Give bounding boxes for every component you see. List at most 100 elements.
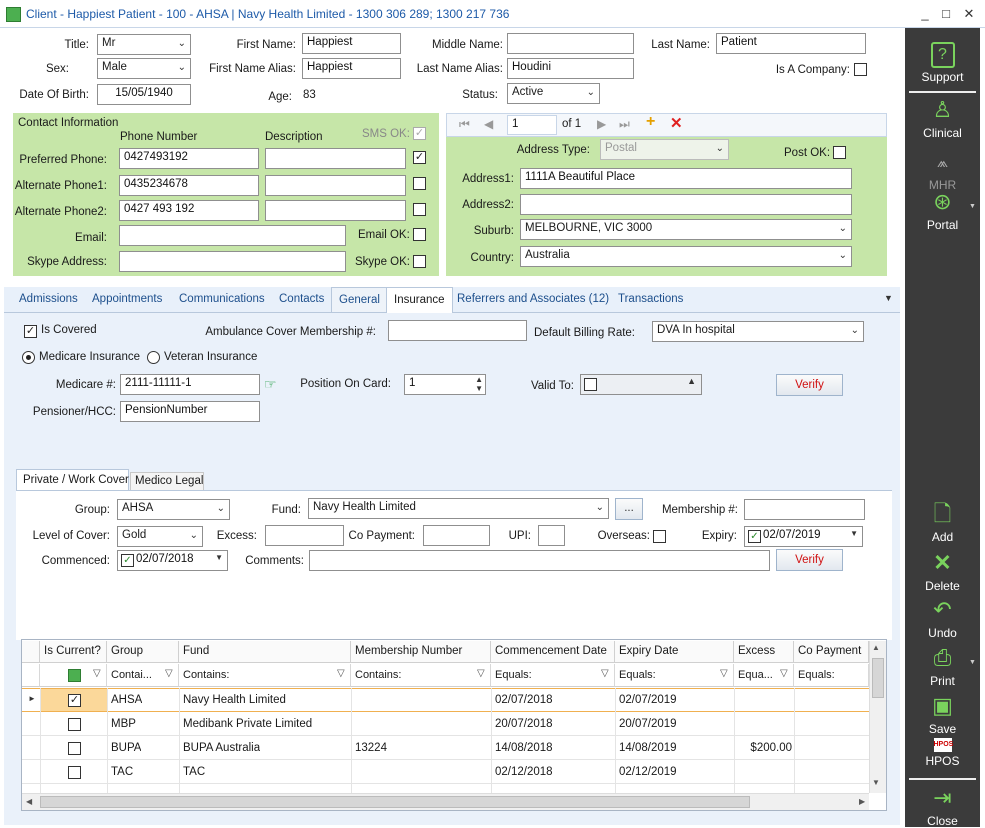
header-membership-number[interactable]: Membership Number [351, 641, 491, 663]
card-swipe-icon[interactable]: ☞ [264, 376, 277, 393]
tab-transactions[interactable]: Transactions [618, 293, 683, 305]
subtab-private[interactable]: Private / Work Cover [16, 469, 129, 490]
suburb-select[interactable]: MELBOURNE, VIC 3000 ⌄ [520, 219, 852, 240]
spinner-icon[interactable]: ▲ [687, 376, 696, 386]
billing-rate-select[interactable]: DVA In hospital ⌄ [652, 321, 864, 342]
add-button[interactable]: 🗋 Add [905, 500, 980, 544]
spinner-icon[interactable]: ▲ ▼ [475, 375, 483, 393]
maximize-button[interactable]: □ [937, 6, 955, 22]
tab-insurance[interactable]: Insurance [386, 287, 453, 314]
hpos-button[interactable]: HPOS HPOS [905, 738, 980, 768]
table-row[interactable] [22, 712, 869, 736]
country-select[interactable]: Australia ⌄ [520, 246, 852, 267]
table-row[interactable] [22, 688, 869, 712]
header-group[interactable]: Group [107, 641, 179, 663]
veteran-radio[interactable] [147, 351, 160, 364]
delete-address-icon[interactable]: ✕ [670, 114, 683, 132]
last-name-field[interactable]: Patient [716, 33, 866, 54]
membership-field[interactable] [744, 499, 865, 520]
table-row[interactable] [22, 760, 869, 784]
save-button[interactable]: ▣ Save [905, 692, 980, 736]
vertical-scrollbar[interactable]: ▲ ▼ [869, 641, 886, 793]
tab-referrers[interactable]: Referrers and Associates (12) [457, 293, 609, 305]
filter-funnel-icon[interactable]: ▽ [601, 668, 611, 680]
header-is-current[interactable]: Is Current? [40, 641, 107, 663]
skype-field[interactable] [119, 251, 346, 272]
filter-funnel-icon[interactable]: ▽ [337, 668, 347, 680]
tab-contacts[interactable]: Contacts [279, 293, 324, 305]
email-field[interactable] [119, 225, 346, 246]
medicare-number-field[interactable]: 2111-11111-1 [120, 374, 260, 395]
next-record-icon[interactable]: ▶ [597, 117, 606, 131]
first-record-icon[interactable]: ⏮ [459, 117, 470, 132]
email-ok-checkbox[interactable] [413, 228, 426, 241]
is-current-checkbox[interactable]: ✓ [68, 694, 81, 707]
filter-funnel-icon[interactable]: ▽ [165, 668, 175, 680]
filter-funnel-icon[interactable]: ▽ [780, 668, 790, 680]
fund-select[interactable]: Navy Health Limited ⌄ [308, 498, 609, 519]
address1-field[interactable]: 1111A Beautiful Place [520, 168, 852, 189]
verify-medicare-button[interactable]: Verify [776, 374, 843, 396]
alt2-sms-checkbox[interactable] [413, 203, 426, 216]
support-button[interactable]: ? Support [905, 42, 980, 84]
header-excess[interactable]: Excess [734, 641, 794, 663]
mhr-button[interactable]: ⩕ MHR [905, 148, 980, 192]
is-company-checkbox[interactable] [854, 63, 867, 76]
alternate-phone2-field[interactable]: 0427 493 192 [119, 200, 259, 221]
first-alias-field[interactable]: Happiest [302, 58, 401, 79]
close-window-button[interactable]: ✕ [960, 6, 978, 22]
undo-button[interactable]: ↶ Undo [905, 596, 980, 640]
verify-private-button[interactable]: Verify [776, 549, 843, 571]
tab-general[interactable]: General [331, 287, 388, 313]
preferred-phone-field[interactable]: 0427493192 [119, 148, 259, 169]
overseas-checkbox[interactable] [653, 530, 666, 543]
position-on-card-field[interactable]: 1 ▲ ▼ [404, 374, 486, 395]
upi-field[interactable] [538, 525, 565, 546]
print-dropdown-icon[interactable]: ▼ [969, 659, 976, 666]
excess-field[interactable] [265, 525, 344, 546]
tab-communications[interactable]: Communications [179, 293, 265, 305]
delete-button[interactable]: ✕ Delete [905, 549, 980, 593]
fund-lookup-button[interactable]: ... [615, 498, 643, 520]
add-address-icon[interactable]: + [646, 113, 655, 131]
clinical-button[interactable]: ♙ Clinical [905, 96, 980, 140]
expiry-date-field[interactable]: ✓ 02/07/2019 ▼ [744, 526, 863, 547]
status-select[interactable]: Active ⌄ [507, 83, 600, 104]
filter-is-current[interactable]: ▽ [40, 664, 107, 687]
filter-funnel-icon[interactable]: ▽ [720, 668, 730, 680]
record-number-field[interactable]: 1 [507, 115, 557, 135]
print-button[interactable]: ⎙ Print [905, 644, 980, 688]
middle-name-field[interactable] [507, 33, 634, 54]
tab-admissions[interactable]: Admissions [19, 293, 78, 305]
alternate-phone1-field[interactable]: 0435234678 [119, 175, 259, 196]
is-covered-checkbox[interactable]: ✓ [24, 325, 37, 338]
header-commencement-date[interactable]: Commencement Date [491, 641, 615, 663]
address2-field[interactable] [520, 194, 852, 215]
first-name-field[interactable]: Happiest [302, 33, 401, 54]
commenced-date-field[interactable]: ✓ 02/07/2018 ▼ [117, 550, 228, 571]
filter-funnel-icon[interactable]: ▽ [93, 668, 103, 680]
portal-dropdown-icon[interactable]: ▼ [969, 203, 976, 210]
filter-funnel-icon[interactable]: ▽ [477, 668, 487, 680]
sex-select[interactable]: Male ⌄ [97, 58, 191, 79]
commenced-checkbox[interactable]: ✓ [121, 554, 134, 567]
valid-to-checkbox[interactable] [584, 378, 597, 391]
preferred-phone-description[interactable] [265, 148, 406, 169]
filter-fund[interactable]: Contains: ▽ [179, 664, 351, 687]
previous-record-icon[interactable]: ◀ [484, 117, 493, 131]
filter-commencement[interactable]: Equals: ▽ [491, 664, 615, 687]
minimize-button[interactable]: _ [916, 6, 934, 22]
comments-field[interactable] [309, 550, 770, 571]
filter-co-payment[interactable]: Equals: [794, 664, 869, 687]
expiry-checkbox[interactable]: ✓ [748, 530, 761, 543]
filter-group[interactable]: Contai... ▽ [107, 664, 179, 687]
filter-expiry[interactable]: Equals: ▽ [615, 664, 734, 687]
medicare-radio[interactable] [22, 351, 35, 364]
is-current-checkbox[interactable] [68, 718, 81, 731]
subtab-medico-legal[interactable]: Medico Legal [130, 472, 204, 490]
portal-button[interactable]: ⊛ Portal [905, 188, 980, 232]
alternate-phone1-description[interactable] [265, 175, 406, 196]
last-record-icon[interactable]: ⏭ [619, 117, 630, 132]
address-type-select[interactable]: Postal ⌄ [600, 139, 729, 160]
tab-overflow-icon[interactable]: ▼ [884, 293, 893, 303]
